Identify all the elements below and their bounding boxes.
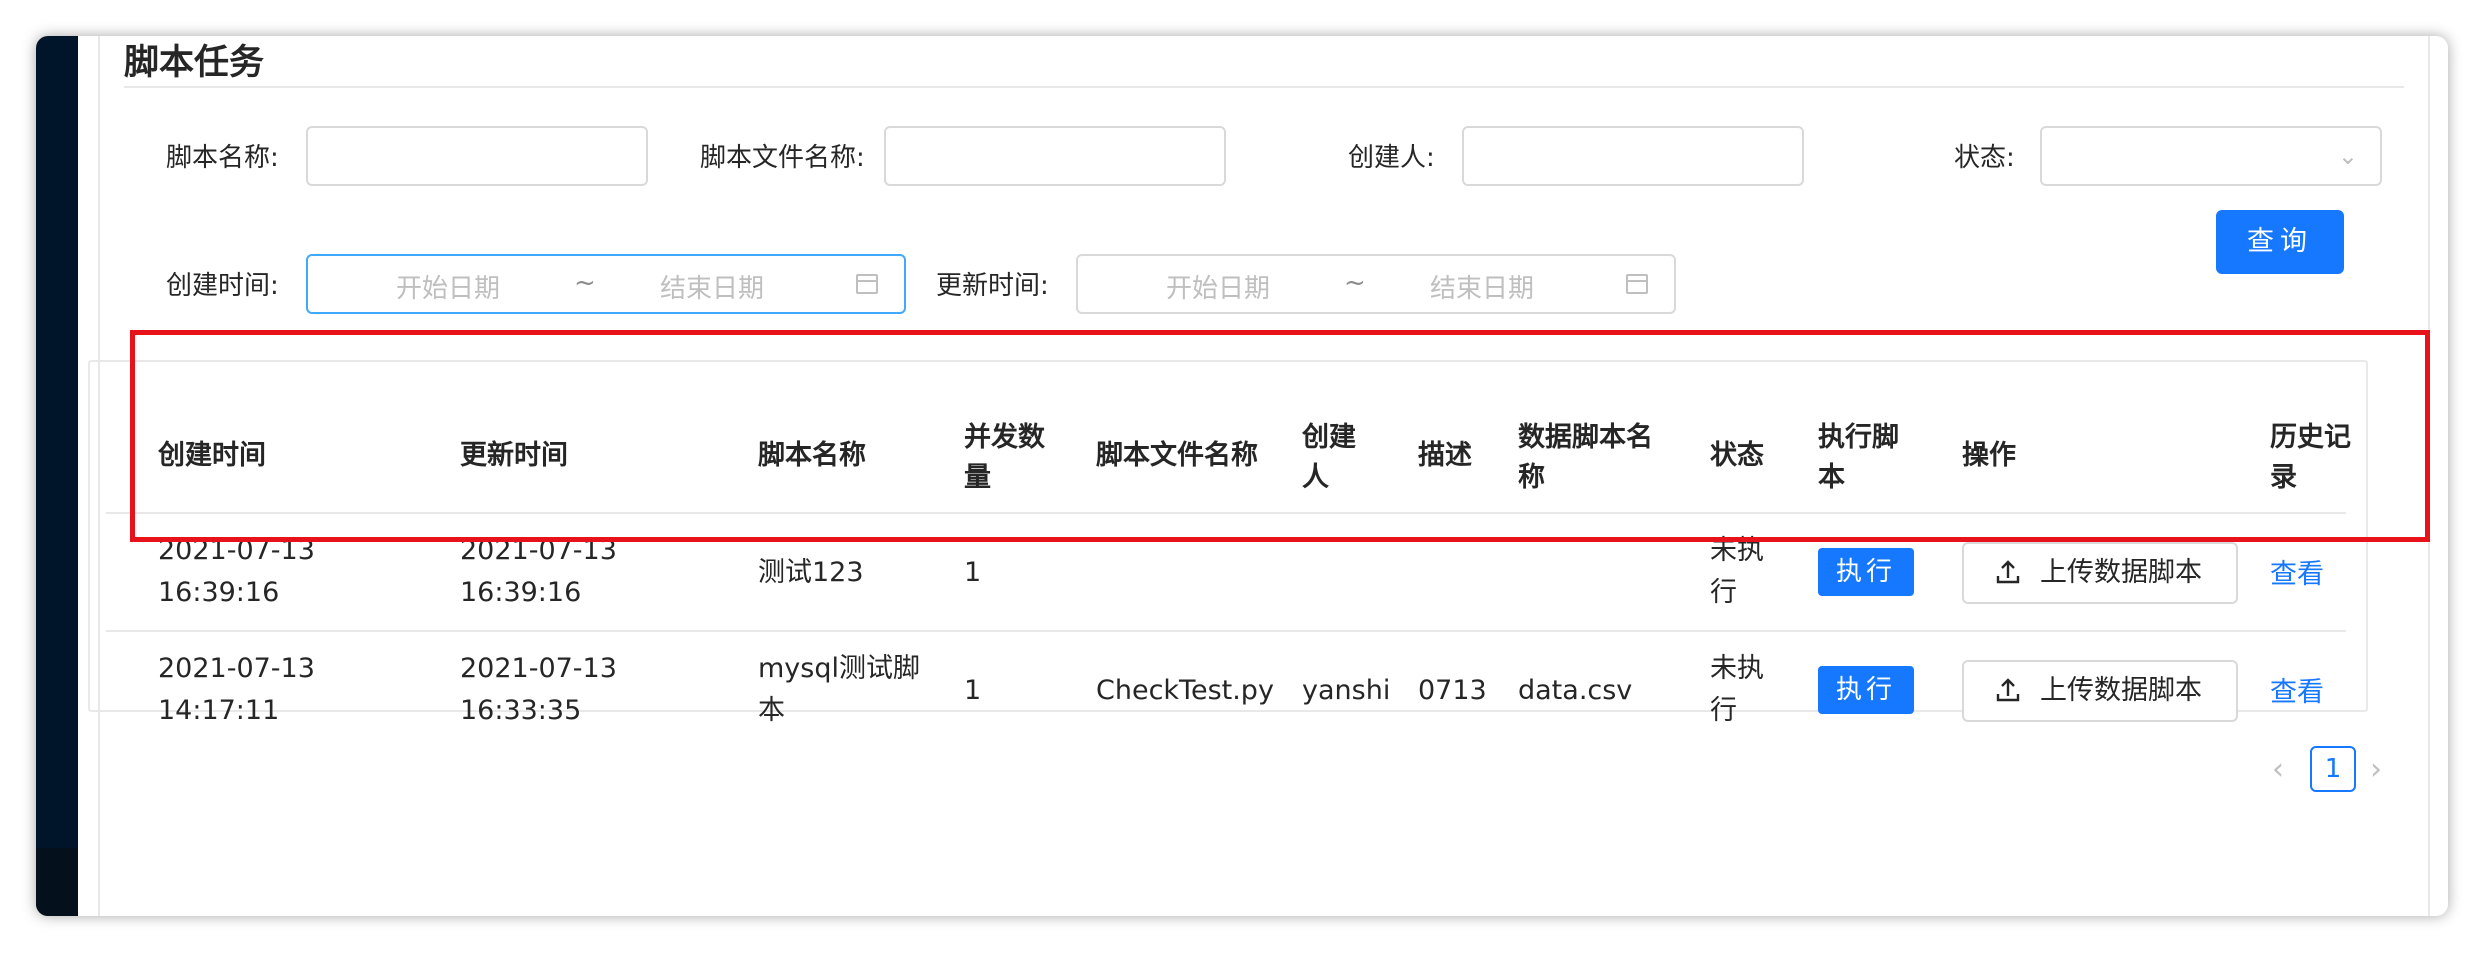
- header-creator-line2: 人: [1302, 462, 1329, 493]
- row2-status-line2: 行: [1710, 695, 1737, 726]
- create-end-placeholder: 结束日期: [660, 274, 765, 304]
- header-script-name: 脚本名称: [758, 440, 866, 471]
- row2-script-name-line2: 本: [758, 695, 785, 726]
- row2-update-date: 2021-07-13: [460, 653, 617, 684]
- update-time-label: 更新时间:: [936, 271, 1049, 301]
- row2-data-script: data.csv: [1518, 675, 1633, 706]
- creator-input[interactable]: [1462, 126, 1804, 186]
- row1-status-line1: 未执: [1710, 535, 1764, 566]
- creator-label: 创建人:: [1348, 143, 1435, 173]
- row1-status-line2: 行: [1710, 577, 1737, 608]
- create-time-range[interactable]: 开始日期 ~ 结束日期: [306, 254, 906, 314]
- row-divider: [106, 630, 2346, 632]
- row1-update-clock: 16:39:16: [460, 577, 582, 608]
- update-end-placeholder: 结束日期: [1430, 274, 1535, 304]
- row2-history-link[interactable]: 查看: [2270, 670, 2324, 709]
- upload-icon: [1996, 560, 2020, 584]
- row2-status-line1: 未执: [1710, 653, 1764, 684]
- header-description: 描述: [1418, 440, 1472, 471]
- current-page[interactable]: 1: [2310, 746, 2356, 792]
- row1-script-name: 测试123: [758, 557, 864, 588]
- create-start-placeholder: 开始日期: [396, 274, 501, 304]
- row2-create-date: 2021-07-13: [158, 653, 315, 684]
- file-name-label: 脚本文件名称:: [700, 143, 865, 173]
- header-execute-line1: 执行脚: [1818, 422, 1899, 453]
- row1-concurrency: 1: [964, 557, 982, 588]
- row2-description: 0713: [1418, 675, 1487, 706]
- script-name-input[interactable]: [306, 126, 648, 186]
- chevron-down-icon: ⌄: [2337, 142, 2358, 170]
- next-page-icon[interactable]: ›: [2370, 752, 2382, 787]
- script-name-label: 脚本名称:: [166, 143, 279, 173]
- header-concurrency-line1: 并发数: [964, 422, 1045, 453]
- sidebar-edge: [36, 36, 78, 916]
- header-status: 状态: [1710, 440, 1764, 471]
- calendar-icon: [1626, 274, 1648, 294]
- create-time-label: 创建时间:: [166, 271, 279, 301]
- page-title: 脚本任务: [124, 43, 265, 83]
- sidebar-edge-bottom: [36, 848, 78, 916]
- update-range-separator: ~: [1344, 268, 1366, 298]
- row1-upload-button[interactable]: 上传数据脚本: [1962, 542, 2238, 604]
- row1-execute-button[interactable]: 执行: [1818, 548, 1914, 596]
- header-creator-line1: 创建: [1302, 422, 1356, 453]
- file-name-input[interactable]: [884, 126, 1226, 186]
- row1-history-link[interactable]: 查看: [2270, 552, 2324, 591]
- header-history-line2: 录: [2270, 462, 2297, 493]
- title-divider: [124, 86, 2404, 88]
- calendar-icon: [856, 274, 878, 294]
- header-concurrency-line2: 量: [964, 462, 991, 493]
- create-range-separator: ~: [574, 268, 596, 298]
- content-right-border: [2428, 36, 2430, 916]
- header-data-script-line1: 数据脚本名: [1518, 422, 1653, 453]
- upload-icon: [1996, 678, 2020, 702]
- row2-creator: yanshi: [1302, 675, 1391, 706]
- row2-update-clock: 16:33:35: [460, 695, 582, 726]
- status-label: 状态:: [1954, 143, 2015, 173]
- header-data-script-line2: 称: [1518, 462, 1545, 493]
- status-select[interactable]: ⌄: [2040, 126, 2382, 186]
- update-start-placeholder: 开始日期: [1166, 274, 1271, 304]
- prev-page-icon[interactable]: ‹: [2272, 752, 2284, 787]
- row2-execute-button[interactable]: 执行: [1818, 666, 1914, 714]
- row2-upload-label: 上传数据脚本: [2040, 675, 2202, 706]
- header-file-name: 脚本文件名称: [1096, 440, 1258, 471]
- header-history-line1: 历史记: [2270, 422, 2351, 453]
- row1-create-clock: 16:39:16: [158, 577, 280, 608]
- query-button[interactable]: 查询: [2216, 210, 2344, 274]
- row1-upload-label: 上传数据脚本: [2040, 557, 2202, 588]
- row2-script-name-line1: mysql测试脚: [758, 653, 920, 684]
- header-operation: 操作: [1962, 440, 2016, 471]
- header-execute-line2: 本: [1818, 462, 1845, 493]
- row2-create-clock: 14:17:11: [158, 695, 280, 726]
- row2-concurrency: 1: [964, 675, 982, 706]
- row2-upload-button[interactable]: 上传数据脚本: [1962, 660, 2238, 722]
- header-create-time: 创建时间: [158, 440, 266, 471]
- row1-update-date: 2021-07-13: [460, 535, 617, 566]
- header-divider: [106, 512, 2346, 514]
- row2-file-name: CheckTest.py: [1096, 675, 1274, 706]
- header-update-time: 更新时间: [460, 440, 568, 471]
- row1-create-date: 2021-07-13: [158, 535, 315, 566]
- update-time-range[interactable]: 开始日期 ~ 结束日期: [1076, 254, 1676, 314]
